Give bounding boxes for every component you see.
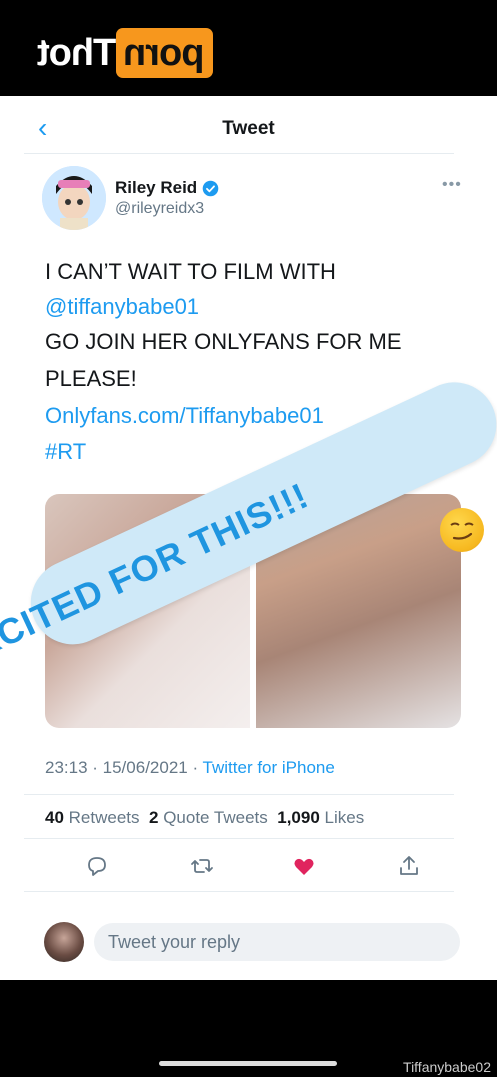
author-name-text: Riley Reid [115, 178, 198, 197]
site-logo[interactable]: Thot porn [32, 28, 213, 78]
watermark: Tiffanybabe02 [403, 1059, 491, 1075]
divider [24, 794, 454, 795]
reply-bar: Tweet your reply [0, 902, 497, 980]
author-handle[interactable]: @rileyreidx3 [115, 200, 204, 218]
logo-text: Thot [38, 31, 117, 74]
retweet-icon[interactable] [190, 854, 214, 878]
like-count[interactable]: 1,090 [277, 808, 320, 827]
reply-input[interactable]: Tweet your reply [94, 923, 460, 961]
top-bar: Thot porn [0, 0, 497, 96]
source-link[interactable]: Twitter for iPhone [203, 758, 335, 777]
divider [24, 153, 454, 154]
tweet-line-3: GO JOIN HER ONLYFANS FOR ME [45, 329, 402, 354]
verified-icon [202, 180, 219, 196]
timestamp: 23:13 · 15/06/2021 · [45, 758, 203, 777]
like-icon[interactable] [292, 854, 316, 878]
logo-box-text: porn [124, 31, 205, 74]
author-name[interactable]: Riley Reid [115, 178, 219, 198]
quote-count[interactable]: 2 [149, 808, 158, 827]
share-icon[interactable] [397, 854, 421, 878]
logo-box: porn [116, 28, 213, 78]
url-link[interactable]: Onlyfans.com/Tiffanybabe01 [45, 398, 324, 434]
retweet-label[interactable]: Retweets [69, 808, 140, 827]
action-bar [45, 848, 461, 888]
tweet-stats: 40 Retweets 2 Quote Tweets 1,090 Likes [45, 808, 364, 828]
user-avatar[interactable] [44, 922, 84, 962]
divider [24, 891, 454, 892]
smirk-emoji-icon [440, 508, 484, 552]
tweet-screen: ‹ Tweet Riley Reid @rileyreidx3 ••• I CA… [0, 96, 497, 980]
tweet-line-4: PLEASE! [45, 366, 137, 391]
tweet-metadata: 23:13 · 15/06/2021 · Twitter for iPhone [45, 758, 335, 778]
page-title: Tweet [222, 118, 275, 139]
tweet-line-1: I CAN’T WAIT TO FILM WITH [45, 259, 336, 284]
divider [24, 838, 454, 839]
nav-bar: ‹ Tweet [0, 96, 497, 154]
home-indicator[interactable] [159, 1061, 337, 1066]
like-label[interactable]: Likes [325, 808, 365, 827]
more-icon[interactable]: ••• [442, 176, 462, 194]
hashtag-link[interactable]: #RT [45, 434, 86, 470]
retweet-count[interactable]: 40 [45, 808, 64, 827]
mention-link[interactable]: @tiffanybabe01 [45, 289, 199, 325]
reply-icon[interactable] [85, 854, 109, 878]
avatar[interactable] [42, 166, 106, 230]
quote-label[interactable]: Quote Tweets [163, 808, 268, 827]
